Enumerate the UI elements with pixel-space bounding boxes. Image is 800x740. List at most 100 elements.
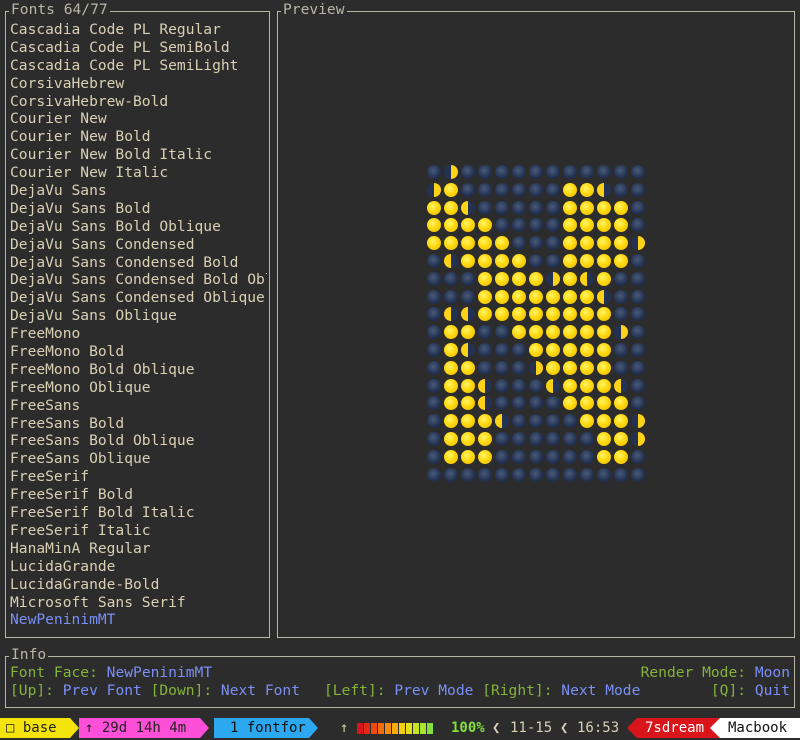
new-moon-icon (495, 360, 509, 375)
action-prev-font[interactable]: Prev Font (63, 682, 142, 699)
action-quit[interactable]: Quit (755, 682, 790, 699)
window-segment[interactable]: 1 fontfor (214, 718, 309, 738)
waning-moon-icon (478, 378, 492, 393)
full-moon-icon (444, 218, 458, 233)
font-list[interactable]: Cascadia Code PL Regular Cascadia Code PL… (10, 21, 267, 629)
new-moon-icon (495, 431, 509, 446)
full-moon-icon (529, 342, 543, 357)
session-label: □ base (6, 720, 57, 736)
font-list-item[interactable]: HanaMinA Regular (10, 540, 267, 558)
session-segment[interactable]: □ base (0, 718, 70, 738)
waxing-moon-icon (546, 271, 560, 286)
new-moon-icon (631, 396, 645, 411)
font-list-item[interactable]: DejaVu Sans Condensed Bold (10, 254, 267, 272)
waning-moon-icon (461, 200, 475, 215)
full-moon-icon (461, 360, 475, 375)
key-left: [Left]: (324, 682, 386, 699)
font-list-item[interactable]: Cascadia Code PL SemiBold (10, 39, 267, 57)
full-moon-icon (444, 431, 458, 446)
new-moon-icon (631, 307, 645, 322)
new-moon-icon (614, 182, 628, 197)
new-moon-icon (546, 431, 560, 446)
full-moon-icon (512, 271, 526, 286)
full-moon-icon (580, 236, 594, 251)
action-next-mode[interactable]: Next Mode (561, 682, 640, 699)
font-list-item[interactable]: FreeMono Oblique (10, 379, 267, 397)
full-moon-icon (444, 396, 458, 411)
font-list-item[interactable]: CorsivaHebrew (10, 75, 267, 93)
full-moon-icon (597, 236, 611, 251)
font-list-item[interactable]: FreeSans Bold (10, 415, 267, 433)
new-moon-icon (546, 414, 560, 429)
font-list-item[interactable]: Cascadia Code PL SemiLight (10, 57, 267, 75)
full-moon-icon (478, 449, 492, 464)
new-moon-icon (427, 253, 441, 268)
new-moon-icon (512, 218, 526, 233)
full-moon-icon (529, 271, 543, 286)
font-list-item[interactable]: FreeSans (10, 397, 267, 415)
new-moon-icon (495, 218, 509, 233)
font-list-item[interactable]: CorsivaHebrew-Bold (10, 93, 267, 111)
action-prev-mode[interactable]: Prev Mode (394, 682, 473, 699)
new-moon-icon (512, 342, 526, 357)
font-list-item[interactable]: NewPeninimMT (10, 611, 267, 629)
full-moon-icon (563, 271, 577, 286)
new-moon-icon (427, 307, 441, 322)
font-list-item[interactable]: DejaVu Sans Condensed Oblique (10, 289, 267, 307)
font-list-item[interactable]: Courier New Bold (10, 128, 267, 146)
font-list-item[interactable]: LucidaGrande-Bold (10, 576, 267, 594)
font-list-item[interactable]: DejaVu Sans Bold (10, 200, 267, 218)
font-list-item[interactable]: DejaVu Sans Oblique (10, 307, 267, 325)
font-list-item[interactable]: Courier New Italic (10, 164, 267, 182)
full-moon-icon (614, 236, 628, 251)
full-moon-icon (580, 289, 594, 304)
new-moon-icon (529, 253, 543, 268)
new-moon-icon (512, 414, 526, 429)
waxing-moon-icon (427, 182, 441, 197)
font-list-item[interactable]: DejaVu Sans (10, 182, 267, 200)
font-list-item[interactable]: FreeSerif (10, 468, 267, 486)
new-moon-icon (427, 449, 441, 464)
full-moon-icon (478, 271, 492, 286)
full-moon-icon (580, 396, 594, 411)
new-moon-icon (444, 271, 458, 286)
font-list-item[interactable]: FreeMono (10, 325, 267, 343)
waning-moon-icon (461, 307, 475, 322)
new-moon-icon (478, 200, 492, 215)
full-moon-icon (563, 200, 577, 215)
waning-moon-icon (478, 396, 492, 411)
font-list-item[interactable]: DejaVu Sans Bold Oblique (10, 218, 267, 236)
full-moon-icon (444, 414, 458, 429)
new-moon-icon (614, 307, 628, 322)
separator-arrow-icon (309, 718, 318, 738)
font-list-item[interactable]: Microsoft Sans Serif (10, 594, 267, 612)
font-list-item[interactable]: FreeSerif Italic (10, 522, 267, 540)
font-list-item[interactable]: FreeSans Oblique (10, 450, 267, 468)
font-list-item[interactable]: LucidaGrande (10, 558, 267, 576)
action-next-font[interactable]: Next Font (221, 682, 300, 699)
info-panel: Info Font Face: NewPeninimMT Render Mode… (5, 647, 795, 708)
full-moon-icon (461, 414, 475, 429)
full-moon-icon (597, 396, 611, 411)
new-moon-icon (546, 449, 560, 464)
full-moon-icon (597, 325, 611, 340)
font-list-item[interactable]: Cascadia Code PL Regular (10, 21, 267, 39)
font-list-item[interactable]: DejaVu Sans Condensed (10, 236, 267, 254)
new-moon-icon (563, 414, 577, 429)
font-list-item[interactable]: FreeMono Bold (10, 343, 267, 361)
uptime-label: ↑ 29d 14h 4m (85, 720, 187, 736)
new-moon-icon (563, 431, 577, 446)
new-moon-icon (631, 342, 645, 357)
font-list-item[interactable]: FreeMono Bold Oblique (10, 361, 267, 379)
full-moon-icon (427, 218, 441, 233)
font-list-item[interactable]: Courier New Bold Italic (10, 146, 267, 164)
font-list-item[interactable]: FreeSans Bold Oblique (10, 432, 267, 450)
new-moon-icon (614, 165, 628, 179)
full-moon-icon (614, 200, 628, 215)
separator-arrow-icon (200, 718, 209, 738)
font-list-item[interactable]: Courier New (10, 110, 267, 128)
font-list-item[interactable]: FreeSerif Bold Italic (10, 504, 267, 522)
font-list-item[interactable]: DejaVu Sans Condensed Bold Obl (10, 271, 267, 289)
new-moon-icon (478, 467, 492, 482)
font-list-item[interactable]: FreeSerif Bold (10, 486, 267, 504)
